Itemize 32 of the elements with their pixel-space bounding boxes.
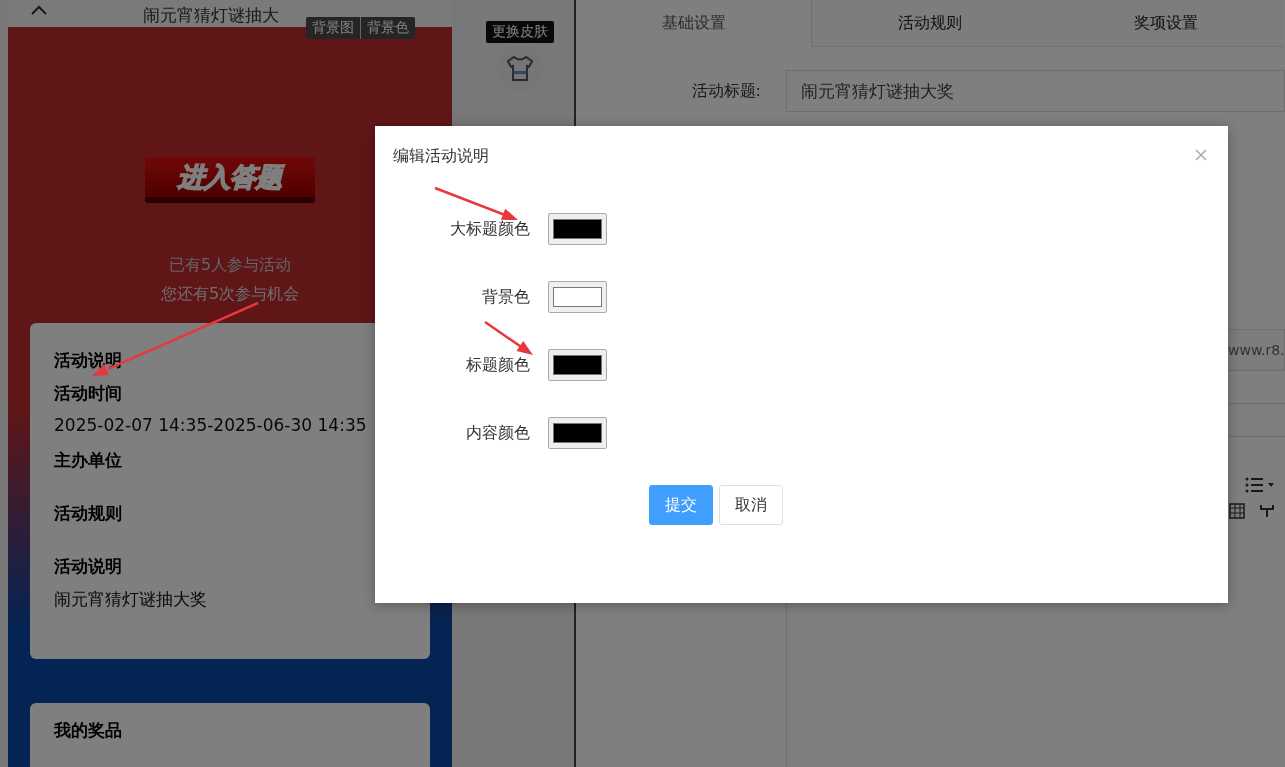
color-picker[interactable] (548, 213, 607, 245)
background-option[interactable]: 背景图 (306, 17, 360, 39)
chances-text: 您还有5次参与机会 (160, 284, 300, 305)
color-picker[interactable] (548, 281, 607, 313)
color-label: 内容颜色 (465, 422, 530, 444)
column-icon[interactable] (1259, 503, 1275, 519)
cancel-button[interactable]: 取消 (719, 485, 783, 525)
dialog-title: 编辑活动说明 (393, 146, 489, 167)
back-icon[interactable] (30, 4, 48, 16)
color-label: 背景色 (481, 286, 530, 308)
title-input[interactable]: 闹元宵猜灯谜抽大奖 (786, 70, 1285, 112)
field-label: 活动标题: (690, 80, 762, 102)
skin-tooltip: 更换皮肤 (486, 21, 554, 43)
shirt-icon (505, 54, 535, 82)
color-label: 大标题颜色 (449, 218, 530, 240)
section-title: 主办单位 (54, 449, 123, 472)
section-content: 闹元宵猜灯谜抽大奖 (54, 588, 208, 611)
color-picker[interactable] (548, 349, 607, 381)
section-content: 2025-02-07 14:35-2025-06-30 14:35 (54, 415, 368, 435)
card-heading: 我的奖品 (54, 719, 123, 742)
section-title: 活动说明 (54, 555, 123, 578)
section-title: 活动时间 (54, 382, 123, 405)
submit-button[interactable]: 提交 (649, 485, 713, 525)
participants-text: 已有5人参与活动 (168, 255, 292, 276)
color-picker[interactable] (548, 417, 607, 449)
color-label: 标题颜色 (465, 354, 530, 376)
section-title: 活动规则 (54, 502, 123, 525)
list-icon[interactable] (1245, 477, 1275, 493)
table-icon[interactable] (1229, 503, 1245, 519)
start-quiz-button[interactable]: 进入答题 (145, 157, 315, 203)
annotation-arrow (484, 320, 533, 355)
page-title: 闹元宵猜灯谜抽大 (143, 4, 279, 27)
